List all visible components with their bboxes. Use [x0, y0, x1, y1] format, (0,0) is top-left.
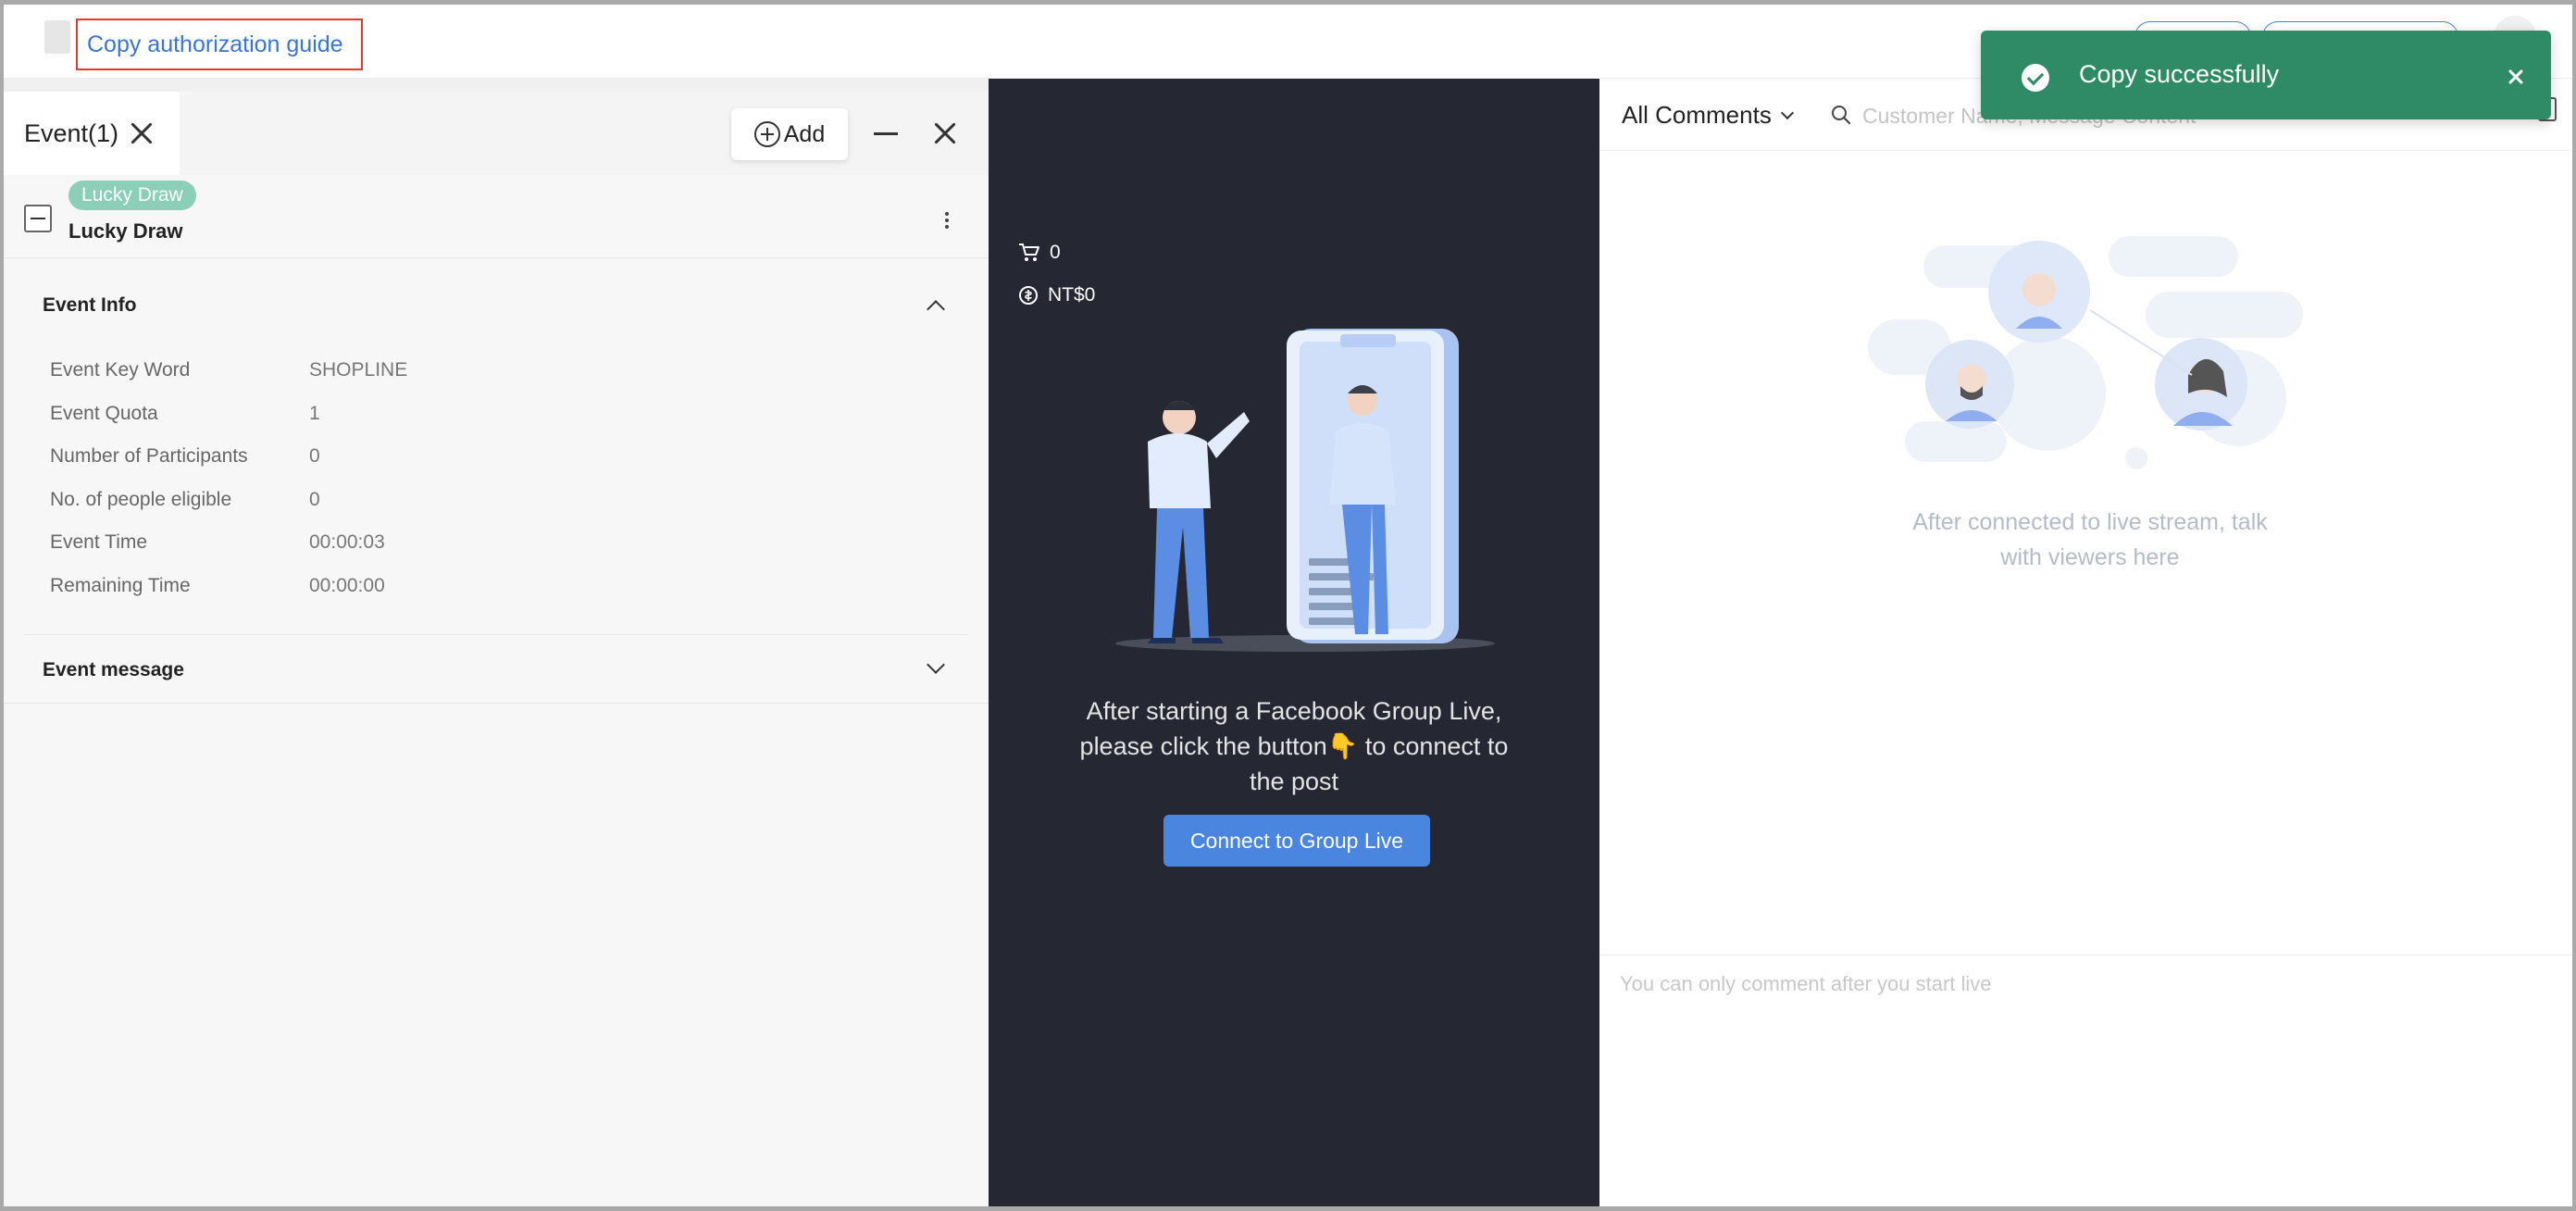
plus-circle-icon: [753, 121, 780, 147]
cart-stat: 0: [1018, 242, 1061, 264]
info-row: No. of people eligible 0: [50, 479, 883, 522]
event-info-list: Event Key Word SHOPLINE Event Quota 1 Nu…: [50, 349, 883, 607]
section-divider: [24, 634, 968, 635]
logo-placeholder: [44, 20, 70, 54]
toast-close-icon[interactable]: [2507, 68, 2525, 86]
empty-comments-illustration: [1868, 236, 2303, 469]
app-window: Copy authorization guide Event(1) Add Lu…: [4, 5, 2572, 1206]
revenue-amount: NT$0: [1048, 284, 1096, 306]
panel-gap: [4, 79, 989, 92]
event-type-badge: Lucky Draw: [68, 181, 196, 210]
info-row: Event Quota 1: [50, 393, 883, 436]
tab-close-icon[interactable]: [128, 119, 156, 147]
info-key: Event Key Word: [50, 359, 191, 381]
empty-text-line: with viewers here: [2000, 544, 2180, 570]
info-value: 00:00:00: [309, 574, 385, 596]
info-value: 0: [309, 488, 320, 510]
event-panel: Event(1) Add Lucky Draw Lucky Draw Event…: [4, 79, 989, 1206]
comment-input-area[interactable]: You can only comment after you start liv…: [1599, 955, 2572, 1206]
collapse-toggle-icon[interactable]: [24, 205, 52, 232]
tab-event[interactable]: Event(1): [4, 92, 180, 175]
minimize-icon[interactable]: [874, 132, 898, 135]
info-key: Remaining Time: [50, 574, 191, 596]
chevron-down-icon: [927, 655, 945, 674]
revenue-stat: NT$0: [1018, 284, 1095, 306]
money-circle-icon: [1019, 286, 1038, 305]
add-event-button[interactable]: Add: [731, 108, 848, 160]
chevron-up-icon: [927, 300, 945, 318]
add-event-label: Add: [783, 120, 826, 147]
copy-authorization-guide-link[interactable]: Copy authorization guide: [87, 31, 343, 58]
event-name: Lucky Draw: [68, 219, 183, 243]
event-info-title: Event Info: [43, 294, 137, 316]
cart-count: 0: [1050, 242, 1061, 263]
comments-panel: All Comments Customer Name, Message Cont…: [1599, 79, 2572, 1206]
info-value: 0: [309, 445, 320, 468]
comment-input[interactable]: You can only comment after you start liv…: [1620, 972, 1992, 996]
instruction-line: the post: [1249, 768, 1339, 795]
comments-filter-dropdown[interactable]: All Comments: [1622, 101, 1794, 130]
event-message-section-header[interactable]: Event message: [4, 638, 970, 703]
event-item: Lucky Draw Lucky Draw: [4, 175, 989, 258]
more-options-icon[interactable]: [944, 212, 950, 232]
info-key: No. of people eligible: [50, 488, 232, 510]
search-icon: [1832, 106, 1851, 125]
instruction-line: After starting a Facebook Group Live,: [1086, 697, 1502, 725]
close-panel-icon[interactable]: [931, 119, 959, 147]
info-value: 00:00:03: [309, 531, 385, 554]
info-key: Number of Participants: [50, 445, 248, 468]
event-tab-header: Event(1) Add: [4, 92, 989, 175]
comments-filter-label: All Comments: [1622, 101, 1772, 129]
info-key: Event Quota: [50, 402, 158, 424]
info-row: Number of Participants 0: [50, 435, 883, 479]
empty-text-line: After connected to live stream, talk: [1912, 509, 2268, 535]
cart-icon: [1019, 243, 1039, 261]
section-divider: [4, 703, 989, 704]
live-connect-illustration: [1115, 329, 1495, 652]
success-toast: Copy successfully: [1981, 31, 2551, 119]
info-value: SHOPLINE: [309, 359, 408, 381]
info-row: Event Time 00:00:03: [50, 521, 883, 565]
check-circle-icon: [2022, 64, 2049, 92]
tab-event-label: Event(1): [24, 119, 119, 147]
event-message-title: Event message: [43, 659, 184, 680]
live-instruction-text: After starting a Facebook Group Live, pl…: [1072, 693, 1516, 799]
empty-comments-text: After connected to live stream, talk wit…: [1859, 505, 2321, 575]
live-preview-panel: 0 NT$0 After starting a Facebook Group L…: [989, 79, 1599, 1206]
info-row: Remaining Time 00:00:00: [50, 565, 883, 608]
info-key: Event Time: [50, 531, 148, 554]
copy-guide-highlight: Copy authorization guide: [76, 19, 363, 70]
toast-message: Copy successfully: [2079, 60, 2280, 88]
info-row: Event Key Word SHOPLINE: [50, 349, 883, 393]
chevron-down-icon: [1780, 106, 1794, 119]
connect-group-live-button[interactable]: Connect to Group Live: [1164, 815, 1430, 867]
info-value: 1: [309, 402, 320, 424]
event-info-section-header[interactable]: Event Info: [4, 273, 970, 338]
instruction-line: please click the button👇 to connect to: [1079, 732, 1509, 760]
